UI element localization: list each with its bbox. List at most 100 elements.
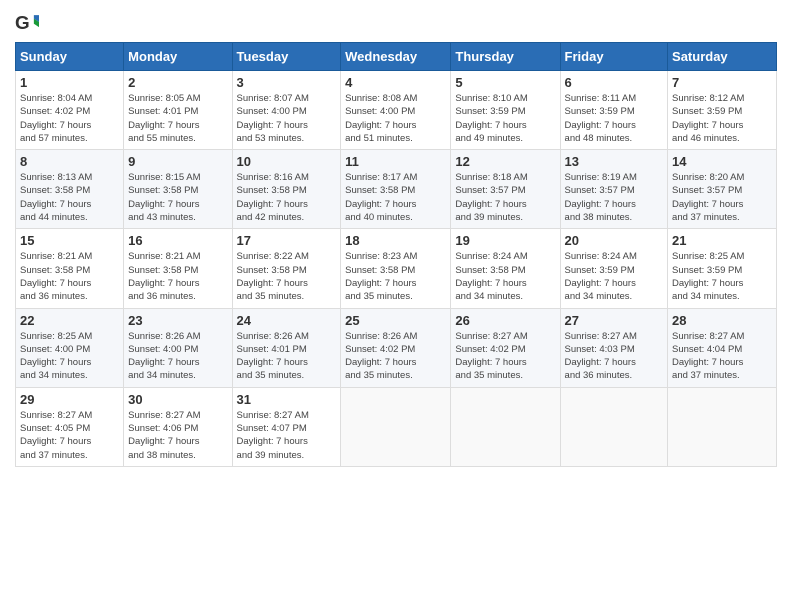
day-info: Sunrise: 8:27 AMSunset: 4:03 PMDaylight:… bbox=[565, 330, 664, 383]
day-number: 21 bbox=[672, 233, 772, 248]
day-number: 20 bbox=[565, 233, 664, 248]
calendar-cell: 19 Sunrise: 8:24 AMSunset: 3:58 PMDayligh… bbox=[451, 229, 560, 308]
logo-icon: G bbox=[15, 10, 39, 34]
day-header-friday: Friday bbox=[560, 43, 668, 71]
day-number: 24 bbox=[237, 313, 337, 328]
header-row: G bbox=[15, 10, 777, 34]
calendar-cell: 9Sunrise: 8:15 AMSunset: 3:58 PMDaylight… bbox=[124, 150, 232, 229]
day-header-wednesday: Wednesday bbox=[341, 43, 451, 71]
calendar-cell: 25Sunrise: 8:26 AMSunset: 4:02 PMDayligh… bbox=[341, 308, 451, 387]
day-info: Sunrise: 8:16 AMSunset: 3:58 PMDaylight:… bbox=[237, 171, 337, 224]
day-info: Sunrise: 8:23 AMSunset: 3:58 PMDaylight:… bbox=[345, 250, 446, 303]
calendar-cell: 6 Sunrise: 8:11 AMSunset: 3:59 PMDaylight… bbox=[560, 71, 668, 150]
day-number: 6 bbox=[565, 75, 664, 90]
calendar-cell: 11 Sunrise: 8:17 AMSunset: 3:58 PMDayligh… bbox=[341, 150, 451, 229]
calendar-cell: 24 Sunrise: 8:26 AMSunset: 4:01 PMDayligh… bbox=[232, 308, 341, 387]
calendar-cell: 27 Sunrise: 8:27 AMSunset: 4:03 PMDayligh… bbox=[560, 308, 668, 387]
day-number: 7 bbox=[672, 75, 772, 90]
calendar-cell: 12 Sunrise: 8:18 AMSunset: 3:57 PMDayligh… bbox=[451, 150, 560, 229]
calendar-week-row: 1 Sunrise: 8:04 AMSunset: 4:02 PMDaylight… bbox=[16, 71, 777, 150]
day-number: 14 bbox=[672, 154, 772, 169]
calendar-cell: 15 Sunrise: 8:21 AMSunset: 3:58 PMDayligh… bbox=[16, 229, 124, 308]
day-info: Sunrise: 8:05 AMSunset: 4:01 PMDaylight:… bbox=[128, 92, 227, 145]
day-info: Sunrise: 8:27 AMSunset: 4:07 PMDaylight:… bbox=[237, 409, 337, 462]
calendar-cell: 7 Sunrise: 8:12 AMSunset: 3:59 PMDaylight… bbox=[668, 71, 777, 150]
day-info: Sunrise: 8:08 AMSunset: 4:00 PMDaylight:… bbox=[345, 92, 446, 145]
calendar-week-row: 8 Sunrise: 8:13 AMSunset: 3:58 PMDaylight… bbox=[16, 150, 777, 229]
day-number: 30 bbox=[128, 392, 227, 407]
day-number: 12 bbox=[455, 154, 555, 169]
svg-text:G: G bbox=[15, 12, 30, 33]
calendar-cell: 28 Sunrise: 8:27 AMSunset: 4:04 PMDayligh… bbox=[668, 308, 777, 387]
day-number: 11 bbox=[345, 154, 446, 169]
day-info: Sunrise: 8:20 AMSunset: 3:57 PMDaylight:… bbox=[672, 171, 772, 224]
day-number: 23 bbox=[128, 313, 227, 328]
day-info: Sunrise: 8:24 AMSunset: 3:59 PMDaylight:… bbox=[565, 250, 664, 303]
day-number: 27 bbox=[565, 313, 664, 328]
day-info: Sunrise: 8:18 AMSunset: 3:57 PMDaylight:… bbox=[455, 171, 555, 224]
day-number: 10 bbox=[237, 154, 337, 169]
calendar-table: SundayMondayTuesdayWednesdayThursdayFrid… bbox=[15, 42, 777, 467]
day-info: Sunrise: 8:27 AMSunset: 4:04 PMDaylight:… bbox=[672, 330, 772, 383]
day-info: Sunrise: 8:27 AMSunset: 4:02 PMDaylight:… bbox=[455, 330, 555, 383]
day-number: 1 bbox=[20, 75, 119, 90]
day-number: 26 bbox=[455, 313, 555, 328]
day-number: 28 bbox=[672, 313, 772, 328]
day-info: Sunrise: 8:26 AMSunset: 4:00 PMDaylight:… bbox=[128, 330, 227, 383]
day-header-thursday: Thursday bbox=[451, 43, 560, 71]
day-info: Sunrise: 8:21 AMSunset: 3:58 PMDaylight:… bbox=[20, 250, 119, 303]
day-number: 17 bbox=[237, 233, 337, 248]
day-info: Sunrise: 8:26 AMSunset: 4:01 PMDaylight:… bbox=[237, 330, 337, 383]
day-info: Sunrise: 8:11 AMSunset: 3:59 PMDaylight:… bbox=[565, 92, 664, 145]
day-info: Sunrise: 8:25 AMSunset: 4:00 PMDaylight:… bbox=[20, 330, 119, 383]
day-info: Sunrise: 8:17 AMSunset: 3:58 PMDaylight:… bbox=[345, 171, 446, 224]
day-number: 8 bbox=[20, 154, 119, 169]
calendar-cell: 5 Sunrise: 8:10 AMSunset: 3:59 PMDaylight… bbox=[451, 71, 560, 150]
day-number: 16 bbox=[128, 233, 227, 248]
day-info: Sunrise: 8:19 AMSunset: 3:57 PMDaylight:… bbox=[565, 171, 664, 224]
day-info: Sunrise: 8:04 AMSunset: 4:02 PMDaylight:… bbox=[20, 92, 119, 145]
calendar-cell: 10 Sunrise: 8:16 AMSunset: 3:58 PMDayligh… bbox=[232, 150, 341, 229]
day-info: Sunrise: 8:12 AMSunset: 3:59 PMDaylight:… bbox=[672, 92, 772, 145]
calendar-cell bbox=[668, 387, 777, 466]
day-number: 15 bbox=[20, 233, 119, 248]
calendar-cell bbox=[451, 387, 560, 466]
day-info: Sunrise: 8:24 AMSunset: 3:58 PMDaylight:… bbox=[455, 250, 555, 303]
calendar-cell: 29 Sunrise: 8:27 AMSunset: 4:05 PMDayligh… bbox=[16, 387, 124, 466]
calendar-cell: 21 Sunrise: 8:25 AMSunset: 3:59 PMDayligh… bbox=[668, 229, 777, 308]
calendar-cell: 13 Sunrise: 8:19 AMSunset: 3:57 PMDayligh… bbox=[560, 150, 668, 229]
day-number: 13 bbox=[565, 154, 664, 169]
day-number: 3 bbox=[237, 75, 337, 90]
day-number: 29 bbox=[20, 392, 119, 407]
day-info: Sunrise: 8:13 AMSunset: 3:58 PMDaylight:… bbox=[20, 171, 119, 224]
calendar-cell: 22Sunrise: 8:25 AMSunset: 4:00 PMDayligh… bbox=[16, 308, 124, 387]
calendar-cell: 1 Sunrise: 8:04 AMSunset: 4:02 PMDaylight… bbox=[16, 71, 124, 150]
day-info: Sunrise: 8:15 AMSunset: 3:58 PMDaylight:… bbox=[128, 171, 227, 224]
day-info: Sunrise: 8:27 AMSunset: 4:05 PMDaylight:… bbox=[20, 409, 119, 462]
calendar-cell: 2Sunrise: 8:05 AMSunset: 4:01 PMDaylight… bbox=[124, 71, 232, 150]
calendar-cell: 8 Sunrise: 8:13 AMSunset: 3:58 PMDaylight… bbox=[16, 150, 124, 229]
day-info: Sunrise: 8:22 AMSunset: 3:58 PMDaylight:… bbox=[237, 250, 337, 303]
calendar-cell: 16Sunrise: 8:21 AMSunset: 3:58 PMDayligh… bbox=[124, 229, 232, 308]
day-number: 5 bbox=[455, 75, 555, 90]
calendar-cell bbox=[341, 387, 451, 466]
day-header-tuesday: Tuesday bbox=[232, 43, 341, 71]
day-info: Sunrise: 8:26 AMSunset: 4:02 PMDaylight:… bbox=[345, 330, 446, 383]
day-info: Sunrise: 8:10 AMSunset: 3:59 PMDaylight:… bbox=[455, 92, 555, 145]
calendar-header-row: SundayMondayTuesdayWednesdayThursdayFrid… bbox=[16, 43, 777, 71]
calendar-cell: 3 Sunrise: 8:07 AMSunset: 4:00 PMDaylight… bbox=[232, 71, 341, 150]
page-container: G SundayMondayTuesdayWednesdayThursdayFr… bbox=[0, 0, 792, 477]
day-header-monday: Monday bbox=[124, 43, 232, 71]
day-info: Sunrise: 8:07 AMSunset: 4:00 PMDaylight:… bbox=[237, 92, 337, 145]
day-number: 19 bbox=[455, 233, 555, 248]
calendar-cell: 17 Sunrise: 8:22 AMSunset: 3:58 PMDayligh… bbox=[232, 229, 341, 308]
logo: G bbox=[15, 10, 43, 34]
day-header-saturday: Saturday bbox=[668, 43, 777, 71]
day-number: 18 bbox=[345, 233, 446, 248]
calendar-cell: 31Sunrise: 8:27 AMSunset: 4:07 PMDayligh… bbox=[232, 387, 341, 466]
day-info: Sunrise: 8:25 AMSunset: 3:59 PMDaylight:… bbox=[672, 250, 772, 303]
calendar-cell: 23 Sunrise: 8:26 AMSunset: 4:00 PMDayligh… bbox=[124, 308, 232, 387]
calendar-week-row: 29 Sunrise: 8:27 AMSunset: 4:05 PMDayligh… bbox=[16, 387, 777, 466]
calendar-cell: 26 Sunrise: 8:27 AMSunset: 4:02 PMDayligh… bbox=[451, 308, 560, 387]
calendar-cell: 30Sunrise: 8:27 AMSunset: 4:06 PMDayligh… bbox=[124, 387, 232, 466]
